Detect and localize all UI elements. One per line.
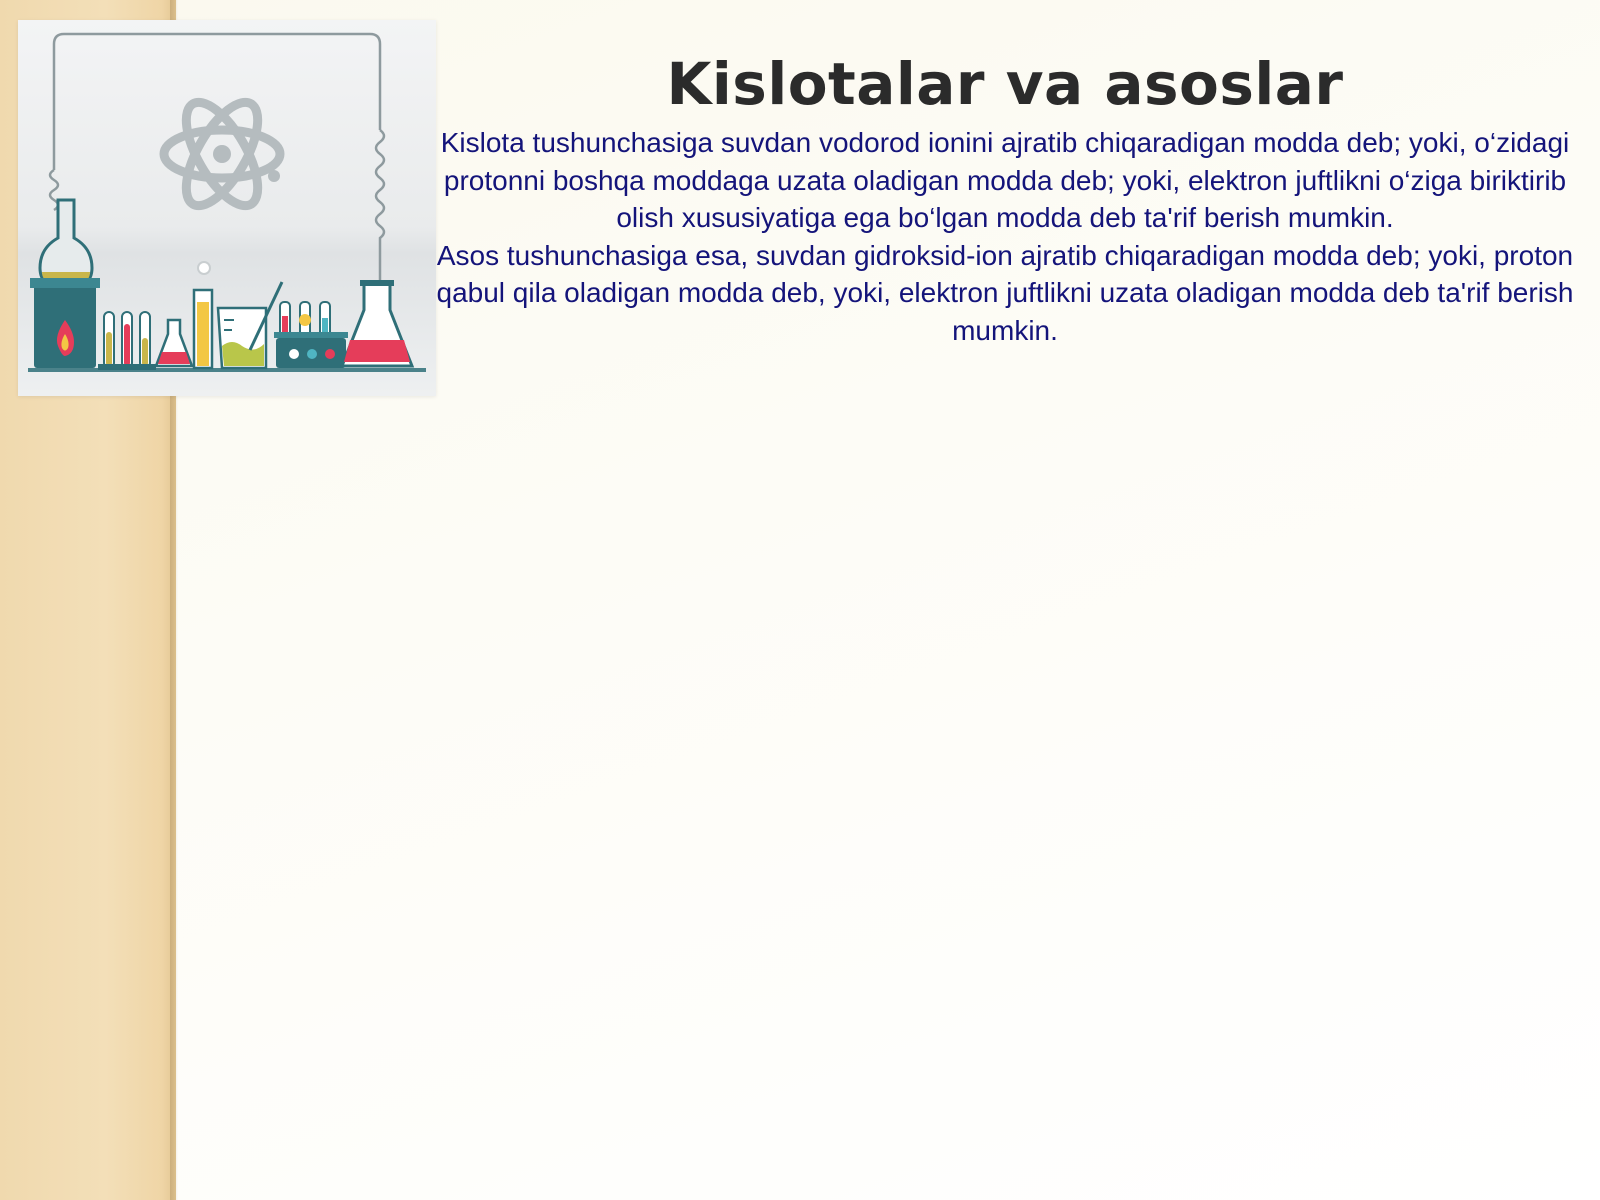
slide-body: Kislota tushunchasiga suvdan vodorod ion… [426,124,1584,349]
slide-title: Kislotalar va asoslar [666,50,1344,118]
acid-definition-paragraph: Kislota tushunchasiga suvdan vodorod ion… [440,127,1570,233]
burner-icon [30,278,100,368]
chemistry-lab-illustration [18,20,436,396]
test-tubes-icon [98,311,156,370]
base-definition-paragraph: Asos tushunchasiga esa, suvdan gidroksid… [436,239,1574,346]
